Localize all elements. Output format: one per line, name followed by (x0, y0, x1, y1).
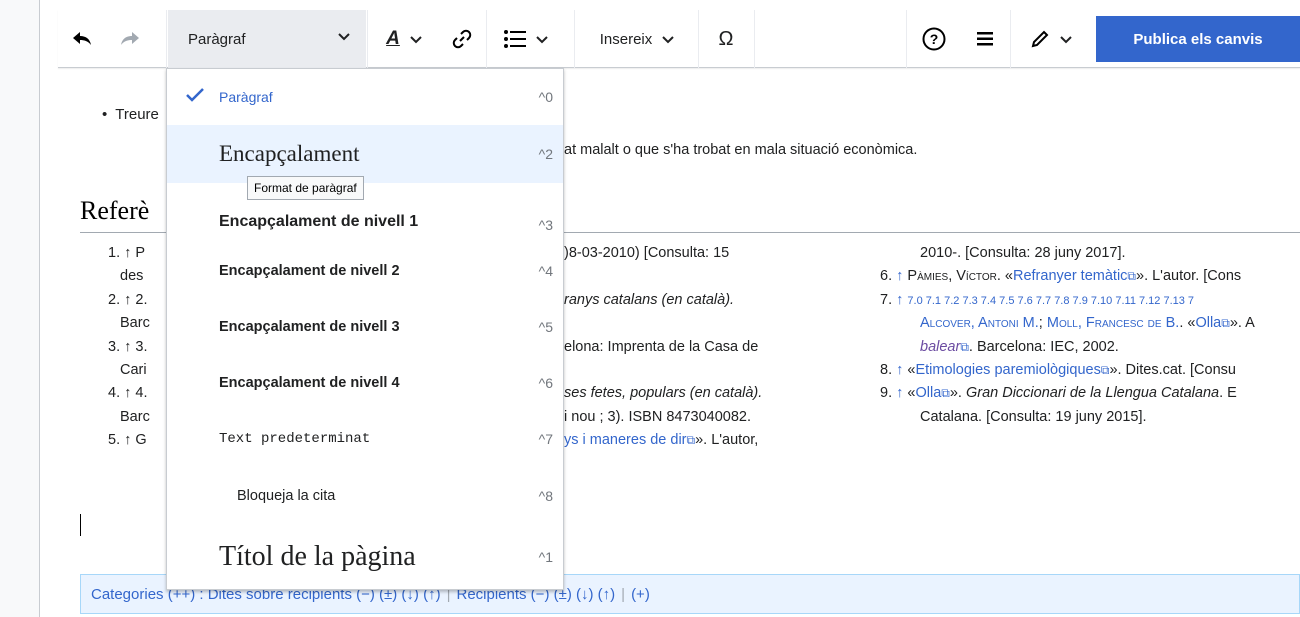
ref-line: elona: Imprenta de la Casa de (564, 338, 759, 355)
ref-line: Barc (120, 408, 150, 425)
ref-line (564, 359, 762, 382)
menu-item-heading-2[interactable]: Encapçalament de nivell 2 ^4 (167, 243, 563, 299)
add-category-link[interactable]: (+) (631, 586, 650, 603)
ref-line: balear⧉. Barcelona: IEC, 2002. (920, 338, 1119, 355)
menu-icon (977, 32, 993, 46)
ref-line: ranys catalans (en català). (564, 291, 735, 308)
help-button[interactable]: ? (908, 10, 960, 68)
ref-line: des (120, 268, 144, 285)
chevron-down-icon (410, 36, 422, 44)
paragraph-format-menu: Paràgraf ^0 Encapçalament ^2 Encapçalame… (166, 68, 564, 590)
ref-line: ses fetes, populars (en català). (564, 385, 763, 402)
ref-line (564, 312, 762, 335)
insert-label: Insereix (599, 30, 653, 48)
menu-item-paragraph[interactable]: Paràgraf ^0 (167, 69, 563, 125)
page-options-button[interactable] (962, 10, 1008, 68)
paragraph-format-button[interactable]: Paràgraf (168, 10, 366, 68)
ref-line[interactable]: 1. ↑ P (108, 242, 150, 265)
menu-item-heading-1[interactable]: Encapçalament de nivell 1 ^3 (167, 183, 563, 243)
pencil-icon (1031, 30, 1049, 48)
ref-link[interactable]: Refranyer temàtic (1013, 268, 1127, 284)
ref-backlinks[interactable]: 7.0 7.1 7.2 7.3 7.4 7.5 7.6 7.7 7.8 7.9 … (907, 295, 1194, 307)
ref-link[interactable]: Olla (1195, 315, 1221, 331)
ref-link[interactable]: Olla (915, 385, 941, 401)
external-link-icon: ⧉ (960, 339, 969, 354)
ref-line[interactable]: 2. ↑ 2. (108, 289, 150, 312)
checkmark-icon (186, 88, 204, 102)
ref-line: )8-03-2010) [Consulta: 15 (564, 245, 730, 261)
external-link-icon: ⧉ (1127, 269, 1136, 284)
ref-line: 9. ↑ «Olla⧉». Gran Diccionari de la Llen… (880, 385, 1237, 402)
chevron-down-icon (536, 36, 548, 44)
omega-icon: Ω (718, 27, 734, 50)
menu-item-preformatted[interactable]: Text predeterminat ^7 (167, 411, 563, 467)
edit-mode-button[interactable] (1012, 10, 1090, 68)
menu-item-page-title[interactable]: Títol de la pàgina ^1 (167, 525, 563, 589)
left-margin (0, 0, 40, 617)
ref-line: 7. ↑ 7.0 7.1 7.2 7.3 7.4 7.5 7.6 7.7 7.8… (880, 291, 1195, 308)
ref-line[interactable]: 4. ↑ 4. (108, 382, 150, 405)
ref-line: Cari (120, 361, 147, 378)
external-link-icon: ⧉ (1221, 316, 1230, 331)
ref-line[interactable]: 5. ↑ G (108, 429, 150, 452)
ref-line (564, 265, 762, 288)
redo-button[interactable] (106, 10, 154, 68)
list-button[interactable] (488, 10, 564, 68)
references-left-column: 1. ↑ P des 2. ↑ 2. Barc 3. ↑ 3. Cari 4. … (108, 242, 150, 453)
ref-line[interactable]: 3. ↑ 3. (108, 336, 150, 359)
references-middle-column: )8-03-2010) [Consulta: 15 ranys catalans… (564, 242, 762, 453)
external-link-icon: ⧉ (686, 433, 696, 448)
text-cursor (80, 514, 81, 536)
tooltip: Format de paràgraf (247, 176, 364, 200)
chevron-down-icon (662, 36, 674, 44)
chevron-down-icon (1060, 36, 1072, 44)
undo-icon (73, 32, 91, 45)
references-right-column: 2010-. [Consulta: 28 juny 2017]. 6. ↑ Pà… (880, 242, 1255, 429)
publish-button[interactable]: Publica els canvis (1096, 16, 1300, 62)
special-character-button[interactable]: Ω (700, 10, 752, 68)
ref-line: ys i maneres de dir⧉». L'autor, (564, 432, 759, 449)
ref-link[interactable]: balear (920, 339, 960, 355)
svg-text:?: ? (930, 31, 939, 47)
ref-line: Barc (120, 315, 150, 332)
menu-item-heading-4[interactable]: Encapçalament de nivell 4 ^6 (167, 355, 563, 411)
help-icon: ? (922, 27, 946, 51)
text-style-button[interactable]: A (368, 10, 440, 68)
editor-toolbar: Paràgraf A Insereix Ω ? Publica els canv… (58, 10, 1300, 68)
bulleted-list-icon (504, 30, 526, 48)
ref-line: 8. ↑ «Etimologies paremiològiques⧉». Dit… (880, 361, 1236, 378)
ref-line: Catalana. [Consulta: 19 juny 2015]. (920, 408, 1147, 425)
bullet-item: • Treure (102, 106, 159, 123)
ref-link[interactable]: ys i maneres de dir (564, 432, 687, 448)
redo-icon (121, 32, 139, 45)
external-link-icon: ⧉ (941, 386, 950, 401)
ref-line: Alcover, Antoni M.; Moll, Francesc de B.… (920, 315, 1255, 332)
paragraph-fragment: at malalt o que s'ha trobat en mala situ… (564, 142, 918, 158)
references-heading: Referè (80, 196, 150, 225)
text-style-icon: A (386, 28, 400, 49)
paragraph-format-label: Paràgraf (188, 30, 246, 48)
ref-link[interactable]: Etimologies paremiològiques (915, 362, 1100, 378)
menu-item-heading-3[interactable]: Encapçalament de nivell 3 ^5 (167, 299, 563, 355)
chevron-down-icon (338, 33, 350, 41)
link-button[interactable] (440, 10, 484, 68)
ref-line: 6. ↑ Pàmies, Víctor. «Refranyer temàtic⧉… (880, 268, 1242, 285)
ref-line: 2010-. [Consulta: 28 juny 2017]. (920, 245, 1126, 261)
menu-item-blockquote[interactable]: Bloqueja la cita ^8 (167, 467, 563, 525)
link-icon (452, 29, 472, 49)
insert-menu-button[interactable]: Insereix (576, 10, 698, 68)
ref-line: i nou ; 3). ISBN 8473040082. (564, 408, 752, 425)
undo-button[interactable] (58, 10, 106, 68)
menu-item-heading[interactable]: Encapçalament ^2 (167, 125, 563, 183)
